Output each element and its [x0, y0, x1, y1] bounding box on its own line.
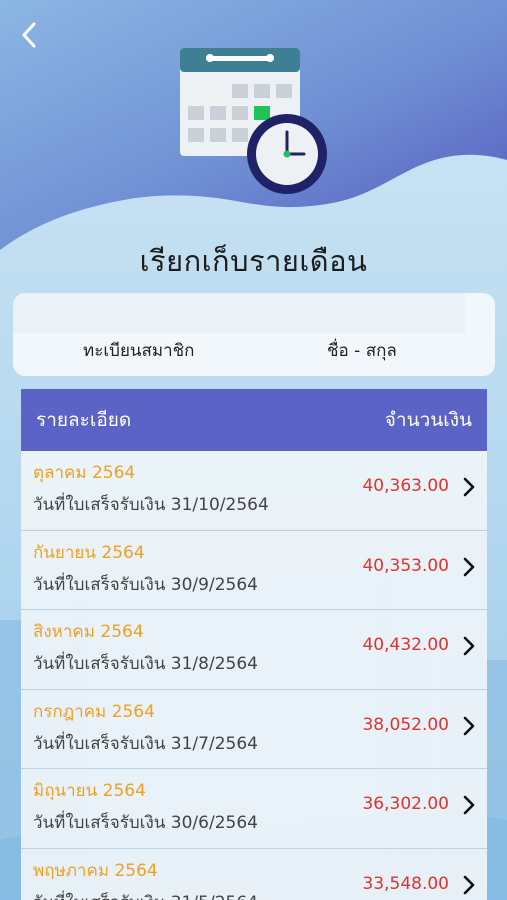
info-card-panel	[13, 293, 465, 333]
row-month: สิงหาคม 2564	[33, 622, 144, 642]
row-month: มิถุนายน 2564	[33, 781, 146, 801]
billing-row[interactable]: ตุลาคม 2564 วันที่ใบเสร็จรับเงิน 31/10/2…	[21, 451, 487, 531]
chevron-right-icon	[463, 716, 475, 735]
chevron-right-icon	[463, 875, 475, 894]
billing-list: ตุลาคม 2564 วันที่ใบเสร็จรับเงิน 31/10/2…	[21, 451, 487, 900]
detail-column-header: รายละเอียด	[36, 409, 132, 431]
chevron-right-icon	[463, 477, 475, 497]
row-amount: 36,302.00	[362, 794, 449, 814]
name-label: ชื่อ - สกุล	[327, 341, 397, 361]
row-month: พฤษภาคม 2564	[33, 860, 158, 881]
amount-column-header: จำนวนเงิน	[384, 409, 472, 431]
table-header: รายละเอียด จำนวนเงิน	[21, 389, 487, 451]
chevron-right-icon	[463, 636, 475, 656]
row-amount: 40,353.00	[362, 555, 449, 576]
row-receipt-date: วันที่ใบเสร็จรับเงิน 30/6/2564	[33, 813, 258, 833]
row-amount: 33,548.00	[362, 873, 449, 894]
member-id-label: ทะเบียนสมาชิก	[83, 341, 195, 361]
page-title: เรียกเก็บรายเดือน	[139, 244, 368, 278]
chevron-right-icon	[463, 795, 475, 815]
billing-row[interactable]: สิงหาคม 2564 วันที่ใบเสร็จรับเงิน 31/8/2…	[21, 610, 487, 690]
billing-row[interactable]: กันยายน 2564 วันที่ใบเสร็จรับเงิน 30/9/2…	[21, 530, 487, 610]
row-month: ตุลาคม 2564	[33, 463, 136, 483]
row-amount: 38,052.00	[362, 714, 449, 735]
back-button[interactable]	[14, 20, 44, 50]
member-info-card: ทะเบียนสมาชิก ชื่อ - สกุล	[13, 293, 495, 376]
row-receipt-date: วันที่ใบเสร็จรับเงิน 30/9/2564	[33, 574, 258, 595]
billing-row[interactable]: กรกฎาคม 2564 วันที่ใบเสร็จรับเงิน 31/7/2…	[21, 689, 487, 769]
row-month: กรกฎาคม 2564	[33, 701, 155, 722]
chevron-left-icon	[22, 22, 36, 48]
row-receipt-date: วันที่ใบเสร็จรับเงิน 31/8/2564	[33, 654, 258, 674]
calendar-clock-icon	[180, 48, 327, 194]
row-receipt-date: วันที่ใบเสร็จรับเงิน 31/7/2564	[33, 733, 258, 754]
chevron-right-icon	[463, 557, 475, 576]
row-receipt-date: วันที่ใบเสร็จรับเงิน 31/5/2564	[33, 889, 258, 900]
row-receipt-date: วันที่ใบเสร็จรับเงิน 31/10/2564	[33, 495, 269, 515]
row-amount: 40,432.00	[362, 635, 449, 655]
row-month: กันยายน 2564	[33, 542, 145, 563]
billing-row[interactable]: พฤษภาคม 2564 วันที่ใบเสร็จรับเงิน 31/5/2…	[21, 848, 487, 900]
billing-row[interactable]: มิถุนายน 2564 วันที่ใบเสร็จรับเงิน 30/6/…	[21, 769, 487, 849]
row-amount: 40,363.00	[362, 476, 449, 496]
